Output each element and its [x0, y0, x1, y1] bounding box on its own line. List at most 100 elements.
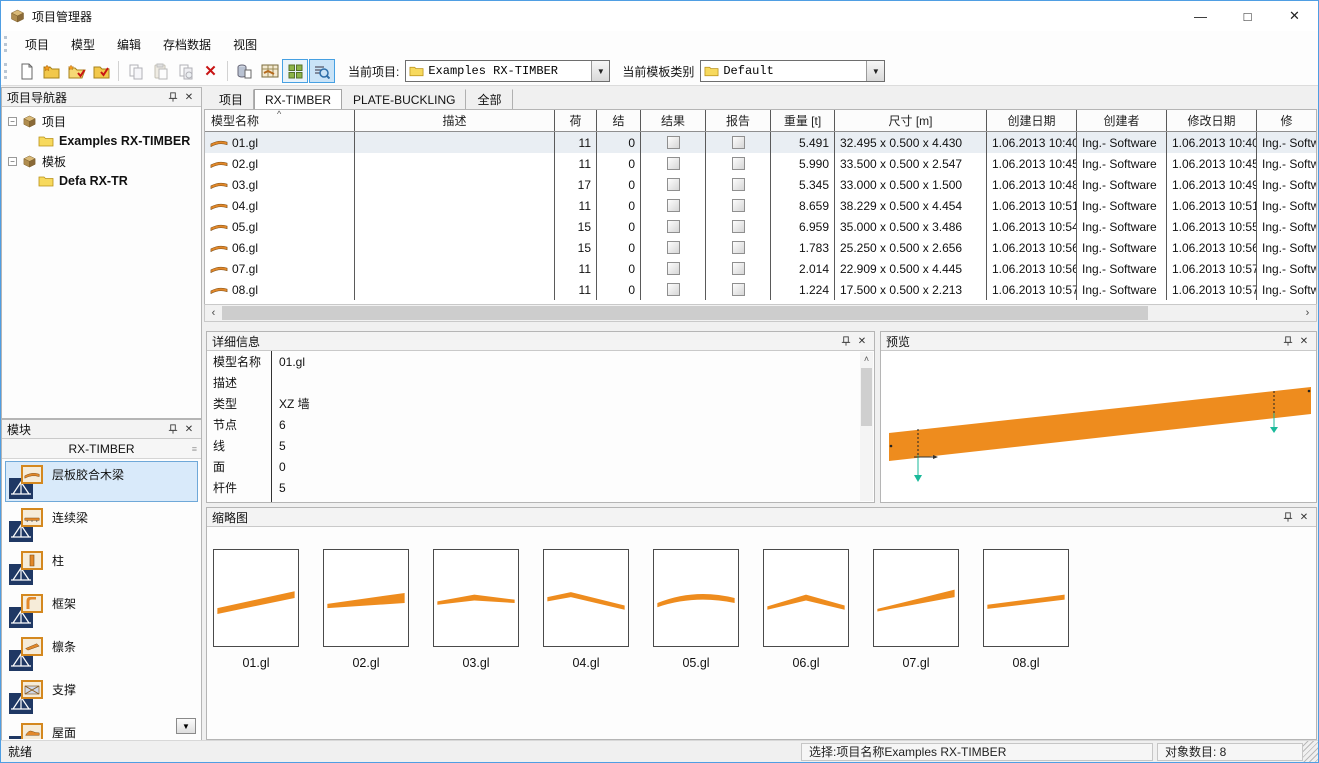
module-purlin[interactable]: 檩条	[5, 633, 198, 674]
close-icon[interactable]: ✕	[1296, 510, 1312, 525]
thumbnail-image[interactable]	[213, 549, 299, 647]
thumbnail-item[interactable]: 06.gl	[763, 549, 849, 739]
column-load-cases[interactable]: 荷	[555, 110, 597, 131]
results-checkbox[interactable]	[667, 220, 680, 233]
report-checkbox[interactable]	[732, 157, 745, 170]
pin-icon[interactable]	[165, 90, 181, 105]
results-checkbox[interactable]	[667, 283, 680, 296]
field-value[interactable]: XZ 墙	[271, 395, 310, 412]
pin-icon[interactable]	[1280, 334, 1296, 349]
copy-button[interactable]	[123, 59, 148, 83]
column-weight[interactable]: 重量 [t]	[771, 110, 835, 131]
thumbnail-image[interactable]	[983, 549, 1069, 647]
report-checkbox[interactable]	[732, 283, 745, 296]
results-checkbox[interactable]	[667, 199, 680, 212]
preview-body[interactable]	[881, 351, 1316, 502]
detail-view-toggle[interactable]	[309, 59, 335, 83]
module-bracing[interactable]: 支撑	[5, 676, 198, 717]
copy-model-button[interactable]	[173, 59, 198, 83]
modules-scroll-down-button[interactable]: ▼	[176, 718, 196, 734]
report-checkbox[interactable]	[732, 199, 745, 212]
table-row[interactable]: 01.gl 11 0 5.491 32.495 x 0.500 x 4.430 …	[205, 132, 1316, 153]
menu-edit[interactable]: 编辑	[106, 31, 152, 57]
thumbnail-item[interactable]: 08.gl	[983, 549, 1069, 739]
maximize-button[interactable]: □	[1224, 1, 1271, 31]
scrollbar-thumb[interactable]	[861, 368, 872, 426]
table-row[interactable]: 08.gl 11 0 1.224 17.500 x 0.500 x 2.213 …	[205, 279, 1316, 300]
delete-button[interactable]: ✕	[198, 59, 223, 83]
table-row[interactable]: 03.gl 17 0 5.345 33.000 x 0.500 x 1.500 …	[205, 174, 1316, 195]
thumbnail-item[interactable]: 07.gl	[873, 549, 959, 739]
report-checkbox[interactable]	[732, 262, 745, 275]
field-value[interactable]: 5	[271, 481, 286, 495]
report-checkbox[interactable]	[732, 220, 745, 233]
collapse-icon[interactable]: −	[8, 117, 17, 126]
tree-node-default-template[interactable]: Defa RX-TR	[2, 171, 201, 191]
import-button[interactable]	[232, 59, 257, 83]
field-value[interactable]: 01.gl	[271, 355, 305, 369]
table-row[interactable]: 04.gl 11 0 8.659 38.229 x 0.500 x 4.454 …	[205, 195, 1316, 216]
report-checkbox[interactable]	[732, 136, 745, 149]
thumbnail-image[interactable]	[873, 549, 959, 647]
archive-button[interactable]	[257, 59, 282, 83]
module-frame[interactable]: 框架	[5, 590, 198, 631]
thumbnail-image[interactable]	[543, 549, 629, 647]
menu-model[interactable]: 模型	[60, 31, 106, 57]
scrollbar-track[interactable]	[222, 305, 1299, 321]
close-icon[interactable]: ✕	[854, 334, 870, 349]
column-created-by[interactable]: 创建者	[1077, 110, 1167, 131]
results-checkbox[interactable]	[667, 262, 680, 275]
thumbnail-item[interactable]: 01.gl	[213, 549, 299, 739]
module-glulam-beam[interactable]: 层板胶合木梁	[5, 461, 198, 502]
column-modified-by[interactable]: 修	[1257, 110, 1316, 131]
thumbnail-item[interactable]: 03.gl	[433, 549, 519, 739]
close-icon[interactable]: ✕	[1296, 334, 1312, 349]
column-description[interactable]: 描述	[355, 110, 555, 131]
tab-all[interactable]: 全部	[466, 89, 512, 109]
tab-plate-buckling[interactable]: PLATE-BUCKLING	[342, 89, 466, 109]
scroll-right-icon[interactable]: ›	[1299, 305, 1316, 321]
project-check-button[interactable]	[89, 59, 114, 83]
template-category-combo[interactable]: Default ▼	[700, 60, 885, 82]
new-project-button[interactable]	[39, 59, 64, 83]
minimize-button[interactable]: —	[1177, 1, 1224, 31]
thumbnail-item[interactable]: 02.gl	[323, 549, 409, 739]
results-checkbox[interactable]	[667, 241, 680, 254]
close-icon[interactable]: ✕	[181, 90, 197, 105]
modules-group-bar[interactable]: RX-TIMBER ≡	[2, 439, 201, 459]
thumbnail-view-toggle[interactable]	[282, 59, 308, 83]
new-model-button[interactable]	[14, 59, 39, 83]
pin-icon[interactable]	[838, 334, 854, 349]
field-value[interactable]: 5	[271, 439, 286, 453]
report-checkbox[interactable]	[732, 178, 745, 191]
tab-project[interactable]: 项目	[208, 89, 254, 109]
module-roof[interactable]: 屋面	[5, 719, 198, 739]
module-column[interactable]: 柱	[5, 547, 198, 588]
tree-node-examples[interactable]: Examples RX-TIMBER	[2, 131, 201, 151]
column-results[interactable]: 结果	[641, 110, 706, 131]
column-created[interactable]: 创建日期	[987, 110, 1077, 131]
column-dimensions[interactable]: 尺寸 [m]	[835, 110, 987, 131]
menu-project[interactable]: 项目	[14, 31, 60, 57]
table-row[interactable]: 05.gl 15 0 6.959 35.000 x 0.500 x 3.486 …	[205, 216, 1316, 237]
toolbar-drag-grip[interactable]	[4, 63, 9, 79]
pin-icon[interactable]	[1280, 510, 1296, 525]
thumbnail-image[interactable]	[433, 549, 519, 647]
thumbnail-image[interactable]	[323, 549, 409, 647]
results-checkbox[interactable]	[667, 178, 680, 191]
menu-archive-data[interactable]: 存档数据	[152, 31, 222, 57]
table-row[interactable]: 06.gl 15 0 1.783 25.250 x 0.500 x 2.656 …	[205, 237, 1316, 258]
thumbnail-image[interactable]	[653, 549, 739, 647]
close-button[interactable]: ✕	[1271, 1, 1318, 31]
open-project-button[interactable]	[64, 59, 89, 83]
report-checkbox[interactable]	[732, 241, 745, 254]
collapse-icon[interactable]: −	[8, 157, 17, 166]
thumbnail-image[interactable]	[763, 549, 849, 647]
resize-grip[interactable]	[1303, 741, 1318, 762]
tab-rx-timber[interactable]: RX-TIMBER	[254, 89, 342, 109]
close-icon[interactable]: ✕	[181, 422, 197, 437]
tree-node-projects[interactable]: − 项目	[2, 111, 201, 131]
scroll-up-icon[interactable]: ˄	[860, 352, 873, 366]
details-vertical-scrollbar[interactable]: ˄	[860, 352, 873, 501]
dropdown-arrow-icon[interactable]: ▼	[591, 61, 609, 81]
